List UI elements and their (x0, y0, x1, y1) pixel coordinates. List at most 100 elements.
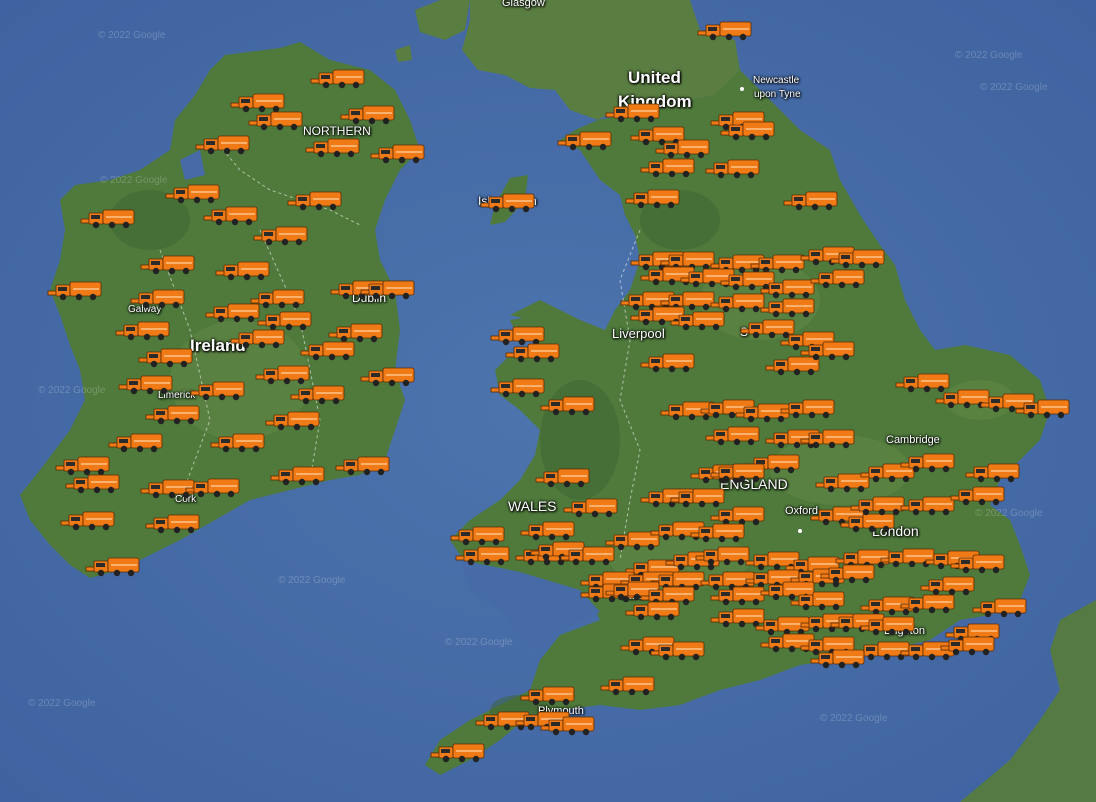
place-label-united: United (628, 68, 681, 87)
gritter-truck-icon[interactable] (265, 410, 321, 432)
gritter-truck-icon[interactable] (535, 467, 591, 489)
gritter-truck-icon[interactable] (705, 425, 761, 447)
gritter-truck-icon[interactable] (65, 473, 121, 495)
gritter-truck-icon[interactable] (625, 188, 681, 210)
gritter-truck-icon[interactable] (600, 675, 656, 697)
map-watermark: © 2022 Google (820, 713, 888, 724)
gritter-truck-icon[interactable] (505, 342, 561, 364)
gritter-truck-icon[interactable] (520, 685, 576, 707)
gritter-truck-icon[interactable] (138, 347, 194, 369)
map-watermark: © 2022 Google (955, 50, 1023, 61)
gritter-truck-icon[interactable] (287, 190, 343, 212)
gritter-truck-icon[interactable] (290, 384, 346, 406)
gritter-truck-icon[interactable] (783, 190, 839, 212)
gritter-truck-icon[interactable] (450, 525, 506, 547)
gritter-truck-icon[interactable] (360, 366, 416, 388)
gritter-truck-icon[interactable] (563, 497, 619, 519)
gritter-truck-icon[interactable] (640, 157, 696, 179)
gritter-truck-icon[interactable] (203, 205, 259, 227)
gritter-truck-icon[interactable] (640, 352, 696, 374)
gritter-truck-icon[interactable] (253, 225, 309, 247)
gritter-truck-icon[interactable] (145, 404, 201, 426)
gritter-truck-icon[interactable] (300, 340, 356, 362)
gritter-truck-icon[interactable] (690, 522, 746, 544)
gritter-truck-icon[interactable] (270, 465, 326, 487)
gritter-truck-icon[interactable] (900, 495, 956, 517)
place-label-upon-tyne: upon Tyne (754, 89, 801, 100)
gritter-truck-icon[interactable] (820, 563, 876, 585)
gritter-truck-icon[interactable] (230, 328, 286, 350)
gritter-truck-icon[interactable] (540, 395, 596, 417)
gritter-truck-icon[interactable] (335, 455, 391, 477)
map-watermark: © 2022 Google (28, 698, 96, 709)
place-label-wales: WALES (508, 498, 557, 514)
gritter-truck-icon[interactable] (310, 68, 366, 90)
gritter-truck-icon[interactable] (650, 640, 706, 662)
gritter-truck-icon[interactable] (720, 120, 776, 142)
map-watermark: © 2022 Google (98, 30, 166, 41)
gritter-truck-icon[interactable] (800, 428, 856, 450)
gritter-truck-icon[interactable] (190, 380, 246, 402)
gritter-truck-icon[interactable] (455, 545, 511, 567)
gritter-truck-icon[interactable] (605, 102, 661, 124)
gritter-truck-icon[interactable] (165, 183, 221, 205)
map-watermark: © 2022 Google (980, 82, 1048, 93)
gritter-truck-icon[interactable] (210, 432, 266, 454)
gritter-truck-icon[interactable] (900, 593, 956, 615)
gritter-truck-icon[interactable] (195, 134, 251, 156)
gritter-truck-icon[interactable] (480, 192, 536, 214)
gritter-truck-icon[interactable] (248, 110, 304, 132)
gritter-truck-icon[interactable] (557, 130, 613, 152)
gritter-truck-icon[interactable] (430, 742, 486, 764)
gritter-truck-icon[interactable] (950, 485, 1006, 507)
gritter-truck-icon[interactable] (340, 104, 396, 126)
gritter-truck-icon[interactable] (697, 20, 753, 42)
gritter-truck-icon[interactable] (710, 585, 766, 607)
gritter-truck-icon[interactable] (940, 635, 996, 657)
gritter-truck-icon[interactable] (255, 364, 311, 386)
gritter-truck-icon[interactable] (1015, 398, 1071, 420)
gritter-truck-icon[interactable] (115, 320, 171, 342)
gritter-truck-icon[interactable] (185, 477, 241, 499)
city-dot (798, 529, 802, 533)
place-label-glasgow: Glasgow (502, 0, 545, 9)
gritter-truck-icon[interactable] (860, 615, 916, 637)
gritter-truck-icon[interactable] (670, 310, 726, 332)
gritter-truck-icon[interactable] (60, 510, 116, 532)
gritter-truck-icon[interactable] (205, 302, 261, 324)
city-dot (740, 87, 744, 91)
gritter-truck-icon[interactable] (790, 590, 846, 612)
gritter-truck-icon[interactable] (900, 452, 956, 474)
map-watermark: © 2022 Google (278, 575, 346, 586)
gritter-truck-icon[interactable] (130, 288, 186, 310)
gritter-truck-icon[interactable] (370, 143, 426, 165)
gritter-truck-icon[interactable] (80, 208, 136, 230)
gritter-truck-icon[interactable] (780, 398, 836, 420)
gritter-truck-icon[interactable] (540, 715, 596, 737)
gritter-truck-icon[interactable] (215, 260, 271, 282)
gritter-truck-icon[interactable] (972, 597, 1028, 619)
gritter-truck-icon[interactable] (490, 377, 546, 399)
gritter-truck-icon[interactable] (850, 495, 906, 517)
gritter-truck-icon[interactable] (810, 648, 866, 670)
gritter-truck-icon[interactable] (810, 268, 866, 290)
gritter-truck-icon[interactable] (625, 600, 681, 622)
gritter-truck-icon[interactable] (760, 297, 816, 319)
gritter-truck-icon[interactable] (145, 513, 201, 535)
gritter-truck-icon[interactable] (830, 248, 886, 270)
gritter-truck-icon[interactable] (695, 545, 751, 567)
map-view[interactable]: © 2022 Google © 2022 Google © 2022 Googl… (0, 0, 1096, 802)
gritter-truck-icon[interactable] (305, 137, 361, 159)
gritter-truck-icon[interactable] (360, 279, 416, 301)
gritter-truck-icon[interactable] (800, 340, 856, 362)
gritter-truck-icon[interactable] (710, 462, 766, 484)
gritter-truck-icon[interactable] (108, 432, 164, 454)
gritter-truck-icon[interactable] (85, 556, 141, 578)
gritter-truck-icon[interactable] (47, 280, 103, 302)
gritter-truck-icon[interactable] (118, 374, 174, 396)
gritter-truck-icon[interactable] (140, 254, 196, 276)
gritter-truck-icon[interactable] (965, 462, 1021, 484)
gritter-truck-icon[interactable] (705, 158, 761, 180)
gritter-truck-icon[interactable] (950, 553, 1006, 575)
gritter-truck-icon[interactable] (520, 520, 576, 542)
